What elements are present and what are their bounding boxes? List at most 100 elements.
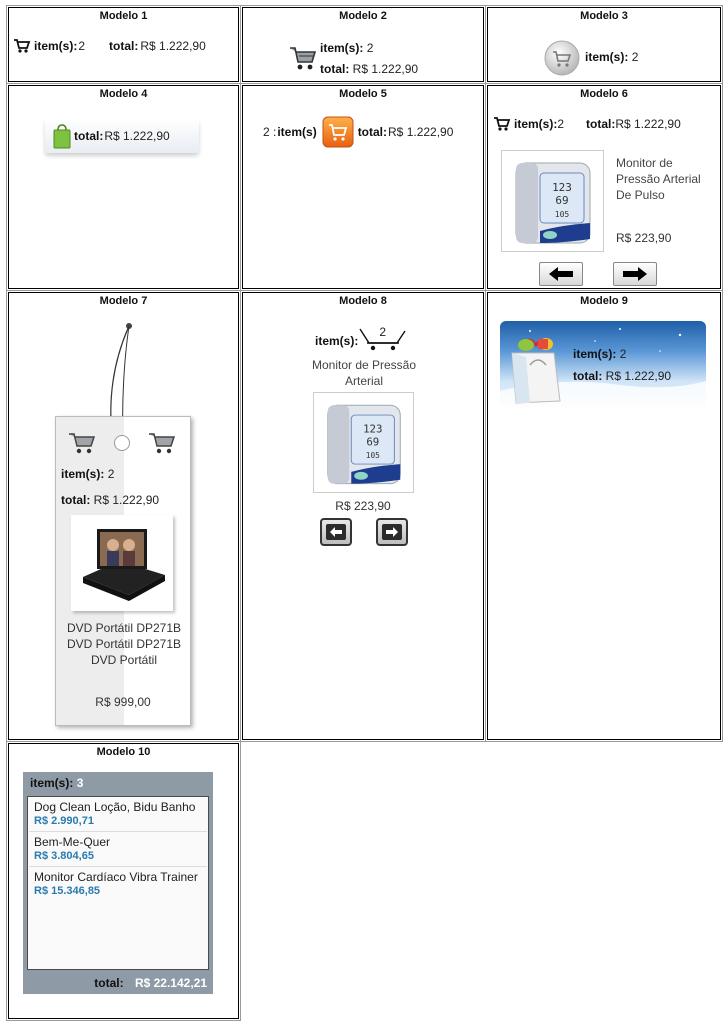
total-label: total: [573, 369, 603, 383]
product-image[interactable]: 123 69 105 [501, 150, 604, 252]
items-count: 2 [557, 117, 565, 131]
cart-widget[interactable]: total: R$ 1.222,90 [45, 119, 199, 153]
prev-button[interactable] [539, 262, 583, 286]
modelo-1-panel: Modelo 1 item(s): 2 total: R$ 1.222,90 [6, 5, 241, 84]
gift-bag-icon [508, 335, 564, 405]
total-value: R$ 1.222,90 [388, 125, 454, 139]
cart-icon: 2 [359, 323, 407, 353]
items-count: 2 [366, 41, 374, 55]
item-price: R$ 15.346,85 [34, 885, 101, 897]
modelo-6-panel: Modelo 6 item(s): 2 total: R$ 1.222,90 1… [485, 83, 723, 291]
items-label: item(s): [585, 50, 629, 64]
cart-widget[interactable]: item(s): 2 total: R$ 1.222,90 [13, 38, 233, 54]
total-label: total: [320, 62, 350, 76]
item-name: Bem-Me-Quer [34, 835, 111, 849]
total-label: total: [357, 125, 388, 139]
total-value: R$ 1.222,90 [352, 62, 419, 76]
cart-icon [13, 38, 31, 54]
modelo-2-panel: Modelo 2 item(s): 2 total: R$ 1.222,90 [240, 5, 486, 84]
items-label: item(s): [34, 39, 78, 53]
items-count: 2 [631, 50, 639, 64]
cart-icon [148, 431, 176, 455]
total-value: R$ 1.222,90 [93, 493, 160, 507]
item-price: R$ 2.990,71 [34, 815, 94, 827]
modelo-2-title: Modelo 2 [339, 10, 387, 22]
items-label: item(s): [30, 776, 74, 790]
modelo-9-panel: Modelo 9 item(s): 2 total: R$ 1.222,90 [485, 290, 723, 742]
modelo-5-title: Modelo 5 [339, 88, 387, 100]
items-label: item(s): [573, 347, 617, 361]
screen-line-3: 105 [366, 451, 380, 460]
total-label: total: [586, 117, 616, 131]
cart-icon[interactable] [544, 40, 580, 76]
cart-icon[interactable] [289, 45, 317, 71]
modelo-10-title: Modelo 10 [96, 746, 151, 758]
items-count: 2 [78, 39, 86, 53]
hang-tag-card[interactable]: item(s): 2 total: R$ 1.222,90 DVD Portát… [55, 416, 191, 726]
product-price: R$ 223,90 [616, 231, 672, 245]
total-label: total: [74, 129, 104, 143]
items-count: 2 [107, 467, 115, 481]
shopping-bag-icon [53, 123, 71, 149]
product-image[interactable]: 123 69 105 [313, 392, 414, 493]
next-button[interactable] [613, 262, 657, 286]
modelo-7-panel: Modelo 7 item(s): 2 total: R$ 1.222,90 D… [6, 290, 241, 742]
screen-line-2: 69 [366, 435, 379, 448]
modelo-4-panel: Modelo 4 total: R$ 1.222,90 [6, 83, 241, 291]
items-count: 2 : [263, 125, 277, 139]
cart-banner[interactable]: item(s): 2 total: R$ 1.222,90 [500, 321, 706, 407]
list-item[interactable]: Monitor Cardíaco Vibra Trainer R$ 15.346… [29, 867, 207, 901]
arrow-right-icon [382, 524, 402, 540]
items-count: 2 [619, 347, 627, 361]
total-value: R$ 1.222,90 [605, 369, 672, 383]
modelo-6-title: Modelo 6 [580, 88, 628, 100]
modelo-5-panel: Modelo 5 2 : item(s) total: R$ 1.222,90 [240, 83, 486, 291]
items-label: item(s): [315, 334, 359, 348]
product-price: R$ 223,90 [335, 499, 391, 513]
product-price: R$ 999,00 [95, 695, 151, 709]
cart-icon [493, 116, 511, 132]
arrow-left-icon [326, 524, 346, 540]
item-name: Dog Clean Loção, Bidu Banho [34, 800, 196, 814]
total-label: total: [61, 493, 91, 507]
modelo-3-title: Modelo 3 [580, 10, 628, 22]
product-name[interactable]: Monitor de Pressão Arterial [309, 357, 419, 389]
arrow-right-icon [622, 267, 648, 281]
arrow-left-icon [548, 267, 574, 281]
cart-icon [68, 431, 96, 455]
items-label: item(s): [61, 467, 105, 481]
modelo-8-panel: Modelo 8 item(s): 2 Monitor de Pressão A… [240, 290, 486, 742]
items-label: item(s): [514, 117, 558, 131]
total-value: R$ 1.222,90 [104, 129, 170, 143]
cart-widget[interactable]: item(s): 2 [315, 323, 407, 353]
prev-button[interactable] [320, 518, 352, 546]
product-image[interactable] [71, 515, 173, 611]
list-item[interactable]: Bem-Me-Quer R$ 3.804,65 [29, 832, 207, 867]
modelo-1-title: Modelo 1 [99, 10, 148, 22]
items-count: 2 [379, 325, 387, 339]
total-value: R$ 1.222,90 [615, 117, 681, 131]
total-value: R$ 1.222,90 [140, 39, 206, 53]
item-name: Monitor Cardíaco Vibra Trainer [34, 870, 198, 884]
product-name[interactable]: Monitor de Pressão Arterial De Pulso [616, 155, 716, 203]
modelo-7-title: Modelo 7 [99, 295, 148, 307]
screen-line-3: 105 [555, 210, 570, 219]
items-label: item(s): [320, 41, 364, 55]
item-price: R$ 3.804,65 [34, 850, 94, 862]
items-count: 3 [76, 776, 84, 790]
cart-widget[interactable]: item(s): 2 total: R$ 1.222,90 [493, 116, 718, 132]
screen-line-2: 69 [555, 194, 568, 207]
modelo-9-title: Modelo 9 [580, 295, 628, 307]
next-button[interactable] [376, 518, 408, 546]
screen-line-1: 123 [552, 181, 572, 194]
list-item[interactable]: Dog Clean Loção, Bidu Banho R$ 2.990,71 [29, 797, 207, 832]
cart-items-list[interactable]: Dog Clean Loção, Bidu Banho R$ 2.990,71 … [27, 796, 209, 970]
total-label: total: [109, 39, 139, 53]
product-name[interactable]: DVD Portátil DP271B DVD Portátil DP271B … [66, 620, 182, 668]
modelo-8-title: Modelo 8 [339, 295, 387, 307]
screen-line-1: 123 [363, 423, 382, 436]
tag-hole [114, 435, 130, 451]
modelo-3-panel: Modelo 3 item(s): 2 [485, 5, 723, 84]
cart-widget[interactable]: 2 : item(s) total: R$ 1.222,90 [263, 115, 475, 149]
modelo-4-title: Modelo 4 [99, 88, 148, 100]
